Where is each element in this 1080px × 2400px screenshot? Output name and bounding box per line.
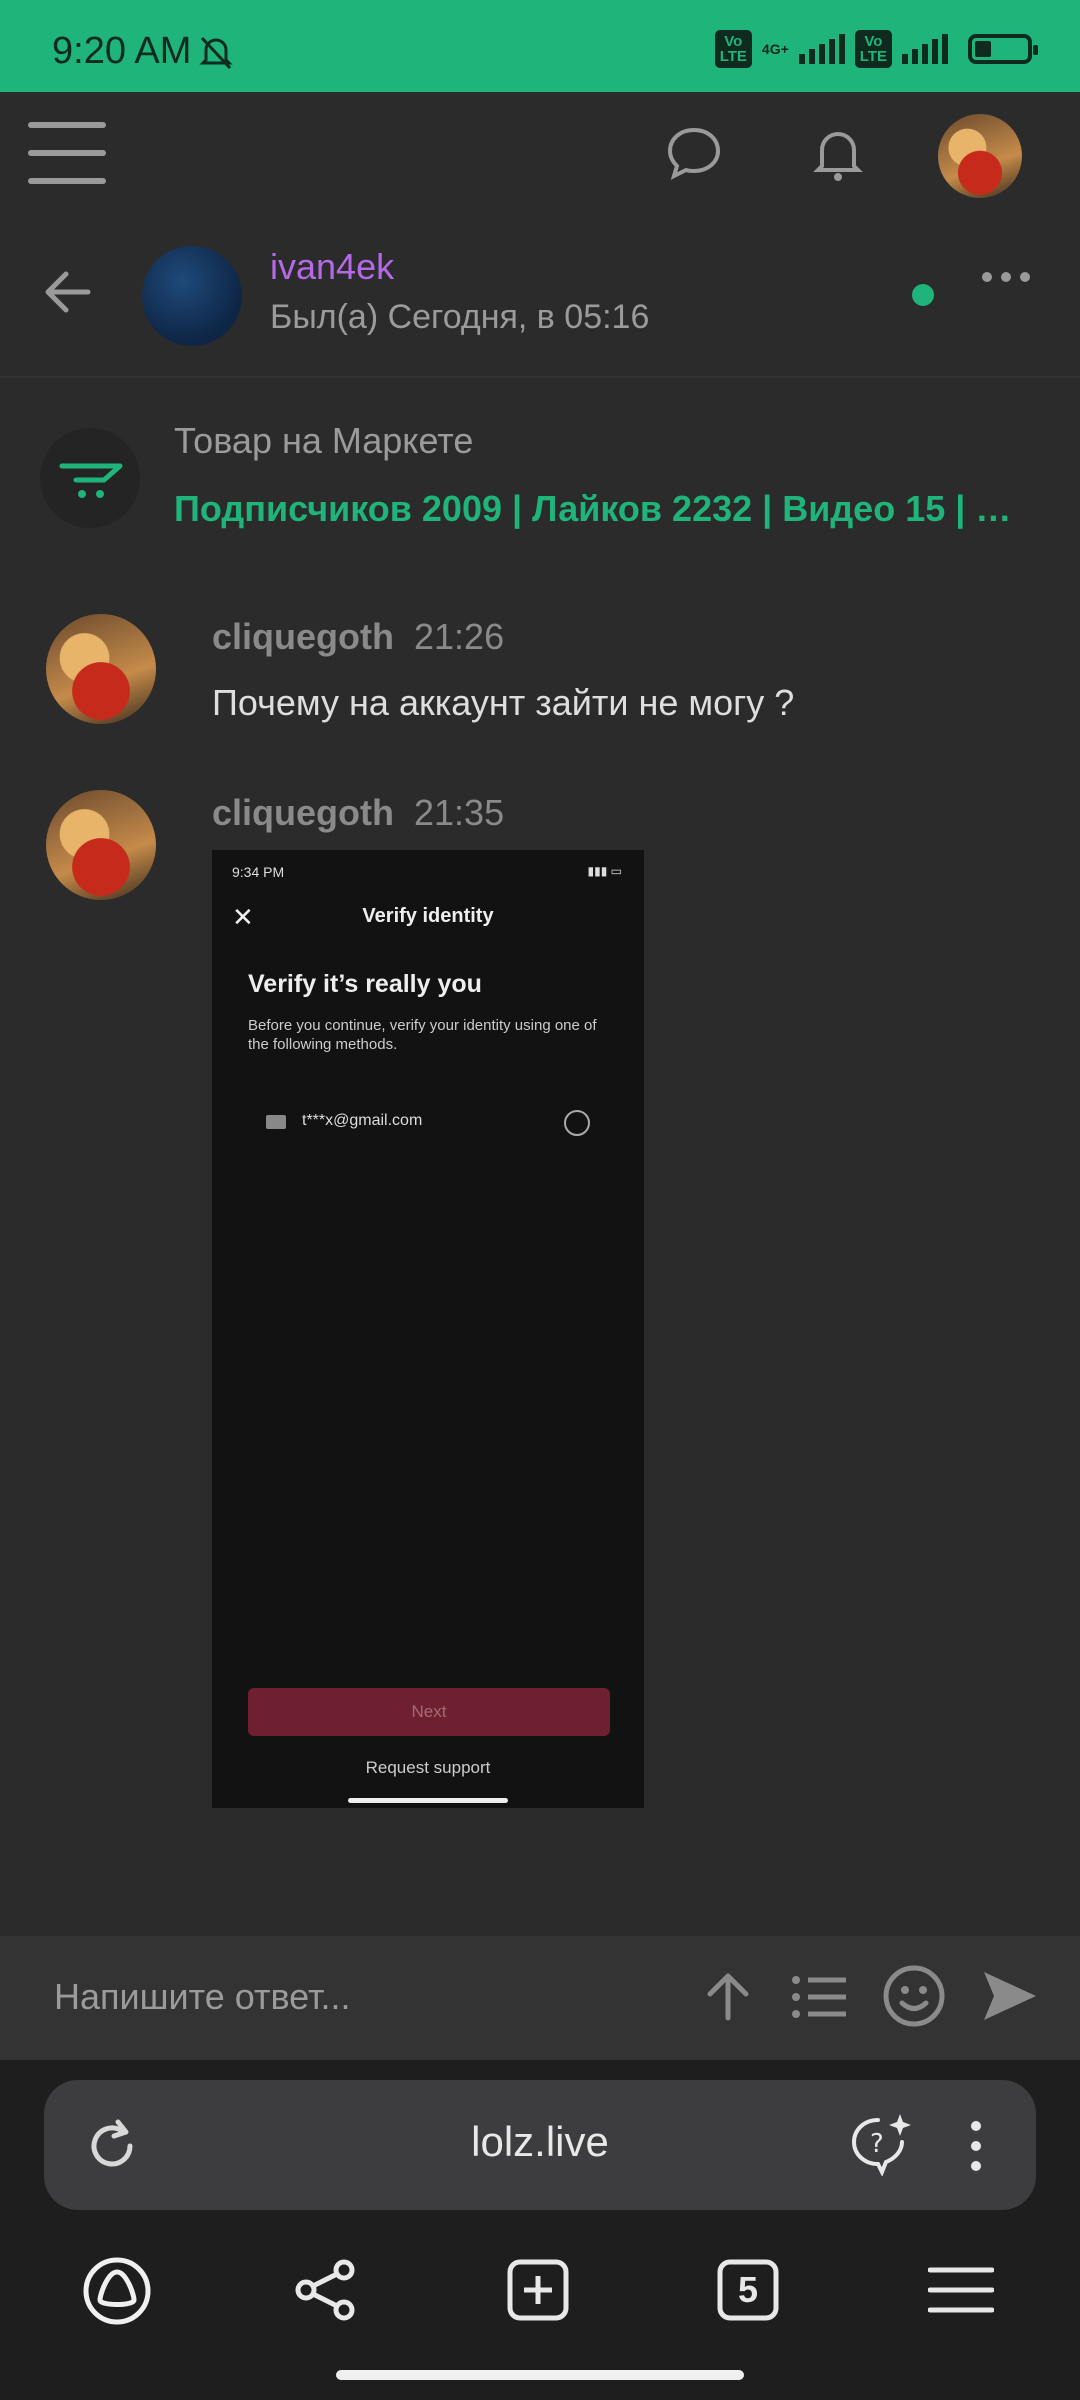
message-meta: cliquegoth 21:26 bbox=[212, 616, 504, 658]
message-author[interactable]: cliquegoth bbox=[212, 616, 394, 657]
message-author[interactable]: cliquegoth bbox=[212, 792, 394, 833]
last-seen-status: Был(а) Сегодня, в 05:16 bbox=[270, 298, 650, 336]
list-icon[interactable] bbox=[790, 1972, 850, 2022]
alice-assistant-icon[interactable] bbox=[82, 2256, 152, 2326]
attachment-status-time: 9:34 PM bbox=[232, 864, 285, 880]
chat-bubble-icon[interactable] bbox=[664, 124, 724, 182]
back-arrow-icon[interactable] bbox=[40, 264, 96, 320]
attachment-title: Verify identity bbox=[362, 905, 494, 927]
message-meta: cliquegoth 21:35 bbox=[212, 792, 504, 834]
reply-input[interactable]: Напишите ответ... bbox=[54, 1976, 351, 2018]
kebab-menu-icon[interactable] bbox=[966, 2118, 986, 2174]
status-icons: Vo LTE 4G+ Vo LTE bbox=[714, 30, 1038, 68]
market-item-stats[interactable]: Подписчиков 2009 | Лайков 2232 | Видео 1… bbox=[174, 488, 1034, 530]
arrow-up-icon[interactable] bbox=[700, 1968, 756, 2024]
message-text: Почему на аккаунт зайти не могу ? bbox=[212, 682, 795, 723]
notification-bell-icon[interactable] bbox=[808, 122, 868, 184]
more-options-icon[interactable] bbox=[980, 270, 1032, 284]
message-avatar[interactable] bbox=[46, 614, 156, 724]
url-text[interactable]: lolz.live bbox=[0, 2118, 1080, 2166]
top-navigation bbox=[0, 92, 1080, 212]
tabs-count: 5 bbox=[737, 2269, 759, 2310]
attachment-home-indicator bbox=[348, 1798, 508, 1803]
svg-text:?: ? bbox=[870, 2129, 884, 2159]
browser-menu-icon[interactable] bbox=[928, 2264, 994, 2316]
attachment-heading: Verify it’s really you bbox=[248, 970, 482, 998]
signal-icon bbox=[798, 34, 845, 64]
smiley-icon[interactable] bbox=[882, 1964, 946, 2028]
volte-icon: Vo LTE bbox=[714, 30, 752, 68]
contact-avatar[interactable] bbox=[142, 246, 242, 346]
share-icon[interactable] bbox=[294, 2258, 358, 2322]
attachment-email: t***x@gmail.com bbox=[302, 1112, 423, 1129]
user-avatar[interactable] bbox=[938, 114, 1022, 198]
mute-bell-icon bbox=[196, 32, 236, 72]
envelope-icon bbox=[266, 1115, 286, 1129]
attachment-description: Before you continue, verify your identit… bbox=[248, 1017, 597, 1053]
tabs-count-icon[interactable]: 5 bbox=[716, 2258, 780, 2322]
market-cart-icon[interactable] bbox=[40, 428, 140, 528]
message-time: 21:35 bbox=[414, 792, 505, 833]
battery-icon bbox=[968, 34, 1038, 64]
signal-icon-2 bbox=[902, 34, 948, 64]
contact-username[interactable]: ivan4ek bbox=[270, 246, 394, 288]
status-time: 9:20 AM bbox=[52, 30, 192, 72]
network-type: 4G+ bbox=[761, 41, 789, 57]
attachment-support-link: Request support bbox=[365, 1758, 491, 1777]
online-indicator bbox=[912, 284, 934, 306]
message-image-attachment[interactable]: 9:34 PM ▮▮▮ ▭ ✕ Verify identity Verify i… bbox=[212, 850, 644, 1808]
send-icon[interactable] bbox=[980, 1966, 1040, 2026]
attachment-status-icons: ▮▮▮ ▭ bbox=[587, 864, 622, 878]
market-item-title: Товар на Маркете bbox=[174, 420, 474, 461]
attachment-next-button: Next bbox=[248, 1688, 610, 1736]
menu-icon[interactable] bbox=[28, 122, 106, 184]
home-indicator[interactable] bbox=[336, 2370, 744, 2380]
radio-icon bbox=[564, 1110, 590, 1136]
new-tab-icon[interactable] bbox=[506, 2258, 570, 2322]
message-time: 21:26 bbox=[414, 616, 505, 657]
message-avatar[interactable] bbox=[46, 790, 156, 900]
volte-icon-2: Vo LTE bbox=[854, 30, 892, 68]
ai-assistant-icon[interactable]: ? bbox=[848, 2110, 914, 2176]
